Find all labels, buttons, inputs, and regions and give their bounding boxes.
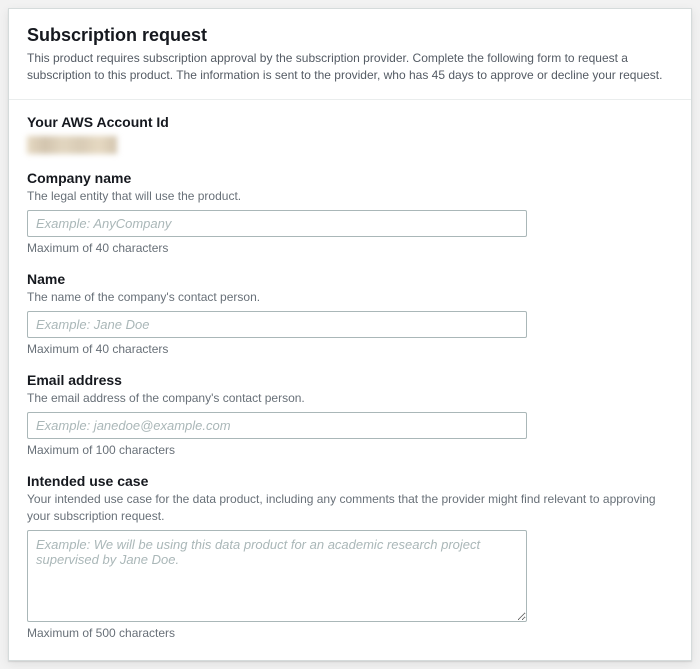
name-hint: The name of the company's contact person… [27,289,673,305]
use-case-hint: Your intended use case for the data prod… [27,491,673,523]
account-id-group: Your AWS Account Id [27,114,673,154]
name-label: Name [27,271,673,287]
use-case-label: Intended use case [27,473,673,489]
name-input[interactable] [27,311,527,338]
email-hint: The email address of the company's conta… [27,390,673,406]
panel-header: Subscription request This product requir… [9,9,691,100]
company-name-hint: The legal entity that will use the produ… [27,188,673,204]
form-body: Your AWS Account Id Company name The leg… [9,100,691,660]
email-group: Email address The email address of the c… [27,372,673,457]
use-case-group: Intended use case Your intended use case… [27,473,673,639]
page-description: This product requires subscription appro… [27,50,673,85]
use-case-constraint: Maximum of 500 characters [27,626,673,640]
company-name-constraint: Maximum of 40 characters [27,241,673,255]
name-group: Name The name of the company's contact p… [27,271,673,356]
email-input[interactable] [27,412,527,439]
email-label: Email address [27,372,673,388]
subscription-request-panel: Subscription request This product requir… [8,8,692,661]
email-constraint: Maximum of 100 characters [27,443,673,457]
company-name-group: Company name The legal entity that will … [27,170,673,255]
name-constraint: Maximum of 40 characters [27,342,673,356]
account-id-value-redacted [27,136,117,154]
page-title: Subscription request [27,25,673,46]
company-name-input[interactable] [27,210,527,237]
company-name-label: Company name [27,170,673,186]
account-id-label: Your AWS Account Id [27,114,673,130]
use-case-textarea[interactable] [27,530,527,622]
